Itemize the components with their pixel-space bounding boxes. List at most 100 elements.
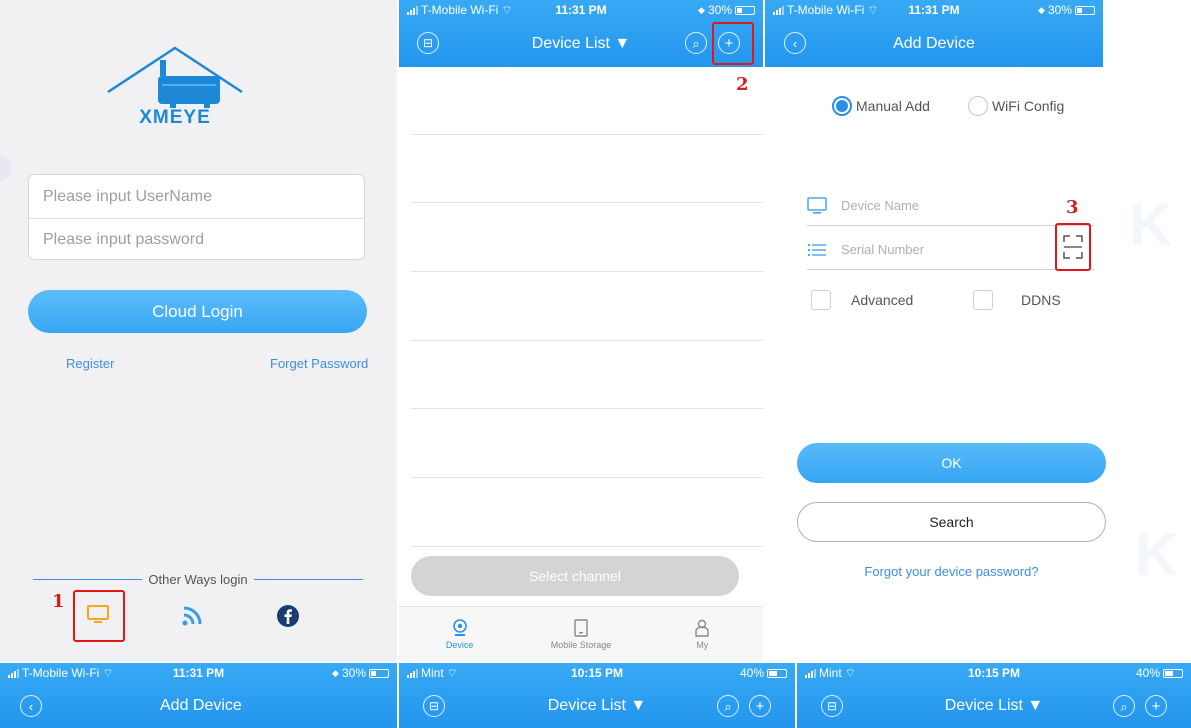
list-icon (808, 243, 826, 256)
battery-percent: 40% (739, 666, 764, 680)
battery-percent: 30% (1047, 3, 1072, 17)
login-form: Please input UserName Please input passw… (28, 174, 365, 260)
logo-text: XMEYE (139, 107, 211, 128)
battery-icon (369, 668, 389, 678)
other-ways-label: Other Ways login (148, 572, 248, 587)
search-icon[interactable]: ⌕ (1113, 695, 1135, 717)
scan-icon[interactable]: ⊟ (417, 32, 439, 54)
device-list-screen: T-Mobile Wi-Fi ⌔ 11:31 PM ◆ 30% ⊟ Device… (399, 0, 763, 662)
carrier-label: Mint (421, 666, 444, 680)
screen-title: Add Device (160, 696, 242, 714)
advanced-checkbox[interactable] (811, 290, 831, 310)
list-divider (411, 340, 763, 341)
list-divider (411, 134, 763, 135)
tablet-icon (574, 619, 588, 637)
back-icon[interactable]: ‹ (20, 695, 42, 717)
monitor-icon (807, 196, 827, 214)
add-device-screen: T-Mobile Wi-Fi ⌔ 11:31 PM ◆ 30% ‹ Add De… (765, 0, 1191, 662)
status-bar: T-Mobile Wi-Fi ⌔ 11:31 PM ◆ 30% (0, 663, 397, 683)
serial-number-field[interactable]: Serial Number (807, 230, 1094, 270)
battery-icon (767, 668, 787, 678)
device-name-field[interactable]: Device Name (807, 186, 1094, 226)
radio-dot (832, 96, 852, 116)
step-marker-3: 3 (1066, 197, 1079, 218)
tab-my[interactable]: My (642, 607, 763, 662)
list-divider (411, 408, 763, 409)
battery-icon (1075, 5, 1095, 15)
watermark: ● (0, 130, 16, 199)
device-name-input[interactable]: Device Name (841, 198, 919, 213)
battery-percent: 30% (341, 666, 366, 680)
radio-dot (967, 96, 988, 116)
wifi-signal-icon[interactable] (180, 604, 204, 628)
password-input[interactable]: Please input password (29, 218, 364, 261)
ddns-checkbox[interactable] (973, 290, 993, 310)
nav-bar: ‹ Add Device (0, 683, 397, 728)
wifi-icon: ⌔ (446, 665, 458, 680)
screen-title[interactable]: Device List ▼ (945, 697, 1044, 715)
tab-device[interactable]: Device (399, 607, 520, 662)
search-button[interactable]: Search (797, 502, 1106, 542)
ok-button[interactable]: OK (797, 443, 1106, 483)
wifi-config-radio[interactable]: WiFi Config (967, 96, 1065, 116)
tab-mobile-storage[interactable]: Mobile Storage (520, 607, 641, 662)
carrier-label: Mint (819, 666, 842, 680)
status-time: 10:15 PM (570, 666, 624, 680)
step-marker-1: 1 (52, 591, 65, 612)
search-icon[interactable]: ⌕ (717, 695, 739, 717)
facebook-icon[interactable] (276, 604, 300, 628)
device-list-title[interactable]: Device List ▼ (532, 35, 631, 53)
add-device-icon[interactable]: + (749, 695, 771, 717)
header-bar: T-Mobile Wi-Fi ⌔ 11:31 PM ◆ 30% ‹ Add De… (765, 0, 1103, 67)
other-ways-divider: Other Ways login (33, 572, 364, 587)
carrier-label: T-Mobile Wi-Fi (421, 3, 499, 17)
forgot-device-password-link[interactable]: Forgot your device password? (797, 564, 1106, 579)
device-list-screen-preview: Mint ⌔ 10:15 PM 40% ⊟ Device List ▼ ⌕ + (797, 663, 1191, 728)
back-icon[interactable]: ‹ (784, 32, 806, 54)
nav-bar: ‹ Add Device (765, 20, 1103, 67)
screen-title[interactable]: Device List ▼ (548, 697, 647, 715)
alarm-icon: ◆ (1038, 4, 1045, 15)
add-mode-selector: Manual Add WiFi Config (832, 96, 1064, 116)
local-device-icon[interactable] (86, 604, 110, 626)
add-device-title: Add Device (893, 34, 975, 52)
watermark: K (1135, 521, 1179, 588)
manual-add-radio[interactable]: Manual Add (832, 96, 930, 116)
scan-icon[interactable]: ⊟ (423, 695, 445, 717)
search-icon[interactable]: ⌕ (685, 32, 707, 54)
tab-bar: Device Mobile Storage My (399, 606, 763, 662)
radio-label: Manual Add (856, 98, 930, 114)
serial-number-input[interactable]: Serial Number (841, 242, 924, 257)
username-input[interactable]: Please input UserName (29, 175, 364, 218)
list-divider (411, 202, 763, 203)
status-bar: T-Mobile Wi-Fi ⌔ 11:31 PM ◆ 30% (765, 0, 1103, 20)
nav-bar: ⊟ Device List ▼ ⌕ + (399, 683, 795, 728)
register-link[interactable]: Register (66, 356, 114, 371)
battery-percent: 40% (1135, 666, 1160, 680)
wifi-icon: ⌔ (867, 2, 879, 17)
select-channel-button[interactable]: Select channel (411, 556, 739, 596)
battery-icon (1163, 668, 1183, 678)
qr-scan-icon[interactable] (1063, 235, 1083, 259)
alarm-icon: ◆ (332, 667, 339, 678)
person-icon (695, 619, 710, 637)
wifi-icon: ⌔ (102, 665, 114, 680)
status-bar: Mint ⌔ 10:15 PM 40% (797, 663, 1191, 683)
ddns-label: DDNS (1021, 292, 1061, 308)
highlight-box (712, 22, 754, 65)
wifi-icon: ⌔ (501, 2, 513, 17)
divider-line (33, 579, 143, 580)
radio-label: WiFi Config (991, 98, 1065, 114)
cloud-login-button[interactable]: Cloud Login (28, 290, 367, 333)
scan-icon[interactable]: ⊟ (821, 695, 843, 717)
carrier-label: T-Mobile Wi-Fi (22, 666, 100, 680)
tab-label: My (696, 640, 709, 650)
forget-password-link[interactable]: Forget Password (270, 356, 368, 371)
status-bar: Mint ⌔ 10:15 PM 40% (399, 663, 795, 683)
battery-percent: 30% (707, 3, 732, 17)
battery-icon (735, 5, 755, 15)
add-device-icon[interactable]: + (1145, 695, 1167, 717)
wifi-icon: ⌔ (844, 665, 856, 680)
carrier-label: T-Mobile Wi-Fi (787, 3, 865, 17)
add-device-screen-preview: T-Mobile Wi-Fi ⌔ 11:31 PM ◆ 30% ‹ Add De… (0, 663, 397, 728)
